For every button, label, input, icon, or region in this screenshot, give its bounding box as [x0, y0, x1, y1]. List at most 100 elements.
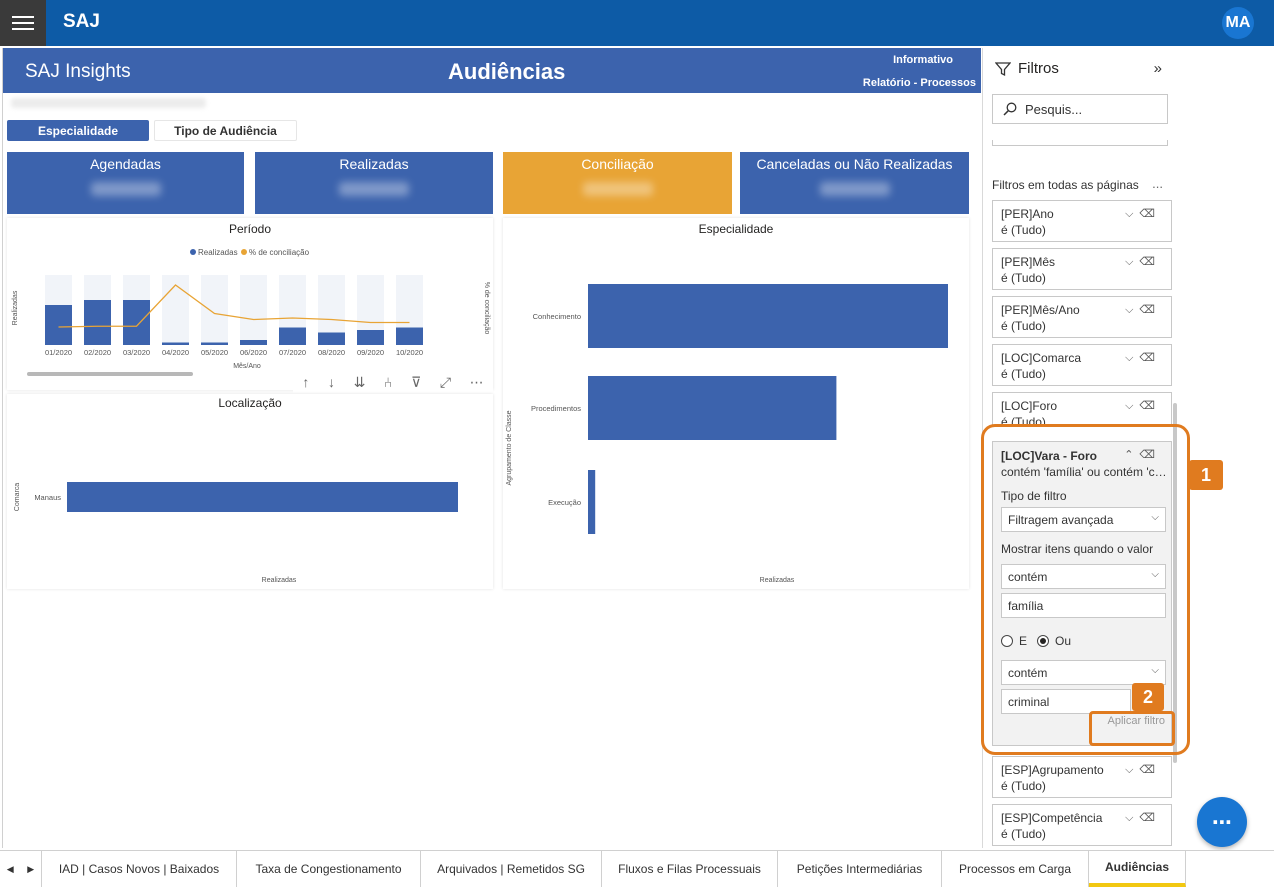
localizacao-chart-panel[interactable]: Localização Comarca Manaus Realizadas: [7, 394, 493, 589]
chevron-eraser-icons[interactable]: ⌵⌫: [1125, 206, 1161, 222]
focus-mode-icon[interactable]: ⤢: [440, 374, 451, 391]
filter-state: é (Tudo): [1001, 827, 1046, 841]
informativo-link[interactable]: Informativo: [893, 54, 953, 66]
next-page-icon[interactable]: ▶: [27, 864, 34, 875]
prev-page-icon[interactable]: ◀: [7, 864, 14, 875]
x-tick-label: 02/2020: [84, 348, 111, 357]
filter-state: é (Tudo): [1001, 779, 1046, 793]
x-tick-label: 05/2020: [201, 348, 228, 357]
y-tick-label: Procedimentos: [531, 404, 581, 413]
report-banner: SAJ Insights Audiências Informativo Rela…: [3, 48, 981, 93]
page-tab[interactable]: Arquivados | Remetidos SG: [421, 851, 602, 887]
filter-card-esp-agrupamento[interactable]: [ESP]Agrupamento é (Tudo) ⌵⌫: [992, 756, 1172, 798]
avatar[interactable]: MA: [1222, 7, 1254, 39]
y-tick-label: Execução: [548, 498, 581, 507]
search-placeholder: Pesquis...: [1025, 101, 1083, 117]
chevron-eraser-icons[interactable]: ⌵⌫: [1125, 398, 1161, 414]
callout-2-highlight: [1089, 711, 1175, 746]
filters-all-pages-label: Filtros em todas as páginas: [992, 178, 1139, 192]
bar-realizadas: [201, 342, 228, 345]
kpi-label: Realizadas: [339, 156, 409, 172]
kpi-agendadas: Agendadas: [7, 152, 244, 214]
chevron-eraser-icons[interactable]: ⌵⌫: [1125, 810, 1161, 826]
kpi-label: Agendadas: [90, 156, 161, 172]
y-tick-label: Conhecimento: [533, 312, 581, 321]
kpi-label: Conciliação: [581, 156, 654, 172]
filters-header: Filtros: [995, 60, 1059, 77]
visual-header-toolbar: ↑ ↓ ⇊ ⑃ ⊽ ⤢ ⋯: [293, 370, 493, 394]
bar-realizadas: [162, 342, 189, 345]
filter-icon[interactable]: ⊽: [411, 374, 421, 391]
filter-state: é (Tudo): [1001, 271, 1046, 285]
page-tab[interactable]: Processos em Carga: [942, 851, 1089, 887]
tab-tipo-de-audiencia[interactable]: Tipo de Audiência: [154, 120, 297, 141]
page-tab-active[interactable]: Audiências: [1089, 851, 1186, 887]
kpi-label: Canceladas ou Não Realizadas: [756, 156, 953, 172]
expand-all-icon[interactable]: ⑃: [384, 374, 392, 390]
bar-realizadas: [45, 305, 72, 345]
floating-more-button[interactable]: ⋯: [1197, 797, 1247, 847]
chevron-eraser-icons[interactable]: ⌵⌫: [1125, 254, 1161, 270]
filter-card-per-mes[interactable]: [PER]Mês é (Tudo) ⌵⌫: [992, 248, 1172, 290]
callout-2-badge: 2: [1132, 683, 1164, 711]
bar-0: [67, 482, 458, 512]
chevron-eraser-icons[interactable]: ⌵⌫: [1125, 762, 1161, 778]
filter-card-loc-foro[interactable]: [LOC]Foro é (Tudo) ⌵⌫: [992, 392, 1172, 426]
page-tab[interactable]: Petições Intermediárias: [778, 851, 942, 887]
hamburger-menu-icon[interactable]: [0, 0, 46, 46]
bar-realizadas: [240, 340, 267, 345]
page-tab[interactable]: Fluxos e Filas Processuais: [602, 851, 778, 887]
chevron-eraser-icons[interactable]: ⌵⌫: [1125, 350, 1161, 366]
collapse-pane-icon[interactable]: »: [1154, 60, 1162, 77]
legend-label: % de conciliação: [249, 248, 310, 257]
bar-realizadas: [84, 300, 111, 345]
kpi-canceladas: Canceladas ou Não Realizadas: [740, 152, 969, 214]
filter-card-per-mes-ano[interactable]: [PER]Mês/Ano é (Tudo) ⌵⌫: [992, 296, 1172, 338]
drill-up-icon[interactable]: ↑: [302, 374, 309, 390]
tab-especialidade[interactable]: Especialidade: [7, 120, 149, 141]
bar-2: [588, 470, 596, 534]
blurred-subtitle: [11, 98, 206, 108]
bar-realizadas: [357, 330, 384, 345]
x-tick-label: 03/2020: [123, 348, 150, 357]
bar-0: [588, 284, 948, 348]
page-tabs-bar: ◀ ▶ IAD | Casos Novos | Baixados Taxa de…: [0, 850, 1274, 887]
y2-axis-label: % de conciliação: [483, 282, 490, 335]
funnel-icon: [995, 61, 1011, 76]
bar-realizadas: [318, 332, 345, 345]
legend-dot-conciliacao: [241, 249, 247, 255]
brand-logo[interactable]: SAJ: [63, 11, 100, 33]
filters-search-input[interactable]: Pesquis...: [992, 94, 1168, 124]
localizacao-chart: Comarca Manaus Realizadas: [14, 482, 458, 584]
page-tab[interactable]: IAD | Casos Novos | Baixados: [42, 851, 237, 887]
x-tick-label: 06/2020: [240, 348, 267, 357]
filter-state: é (Tudo): [1001, 223, 1046, 237]
x-tick-label: 10/2020: [396, 348, 423, 357]
y-tick-label: Manaus: [34, 493, 61, 502]
especialidade-chart-panel[interactable]: Especialidade Agrupamento de Classe Conhe…: [503, 218, 969, 589]
horizontal-scrollbar: [27, 372, 193, 376]
page-title: Audiências: [448, 59, 566, 84]
relatorio-processos-link[interactable]: Relatório - Processos: [863, 77, 976, 89]
callout-1-badge: 1: [1189, 460, 1223, 490]
filter-card-esp-competencia[interactable]: [ESP]Competência é (Tudo) ⌵⌫: [992, 804, 1172, 846]
x-tick-label: 01/2020: [45, 348, 72, 357]
drill-down-icon[interactable]: ↓: [328, 374, 335, 390]
page-tab[interactable]: Taxa de Congestionamento: [237, 851, 421, 887]
more-options-icon[interactable]: ⋯: [470, 374, 484, 391]
banner-left-title: SAJ Insights: [25, 61, 131, 82]
legend-dot-realizadas: [190, 249, 196, 255]
filter-card-per-ano[interactable]: [PER]Ano é (Tudo) ⌵⌫: [992, 200, 1172, 242]
search-icon: [1003, 102, 1017, 116]
chevron-eraser-icons[interactable]: ⌵⌫: [1125, 302, 1161, 318]
more-options-icon[interactable]: ...: [1152, 176, 1163, 191]
bar-realizadas: [123, 300, 150, 345]
periodo-chart-panel[interactable]: Período Realizadas% de conciliação Realiz…: [7, 218, 493, 390]
report-canvas: SAJ Insights Audiências Informativo Rela…: [2, 48, 981, 848]
bar-background: [240, 275, 267, 345]
legend-label: Realizadas: [198, 248, 238, 257]
expand-next-level-icon[interactable]: ⇊: [354, 374, 366, 391]
bar-1: [588, 376, 837, 440]
filter-card-loc-comarca[interactable]: [LOC]Comarca é (Tudo) ⌵⌫: [992, 344, 1172, 386]
top-bar: SAJ MA: [0, 0, 1274, 46]
